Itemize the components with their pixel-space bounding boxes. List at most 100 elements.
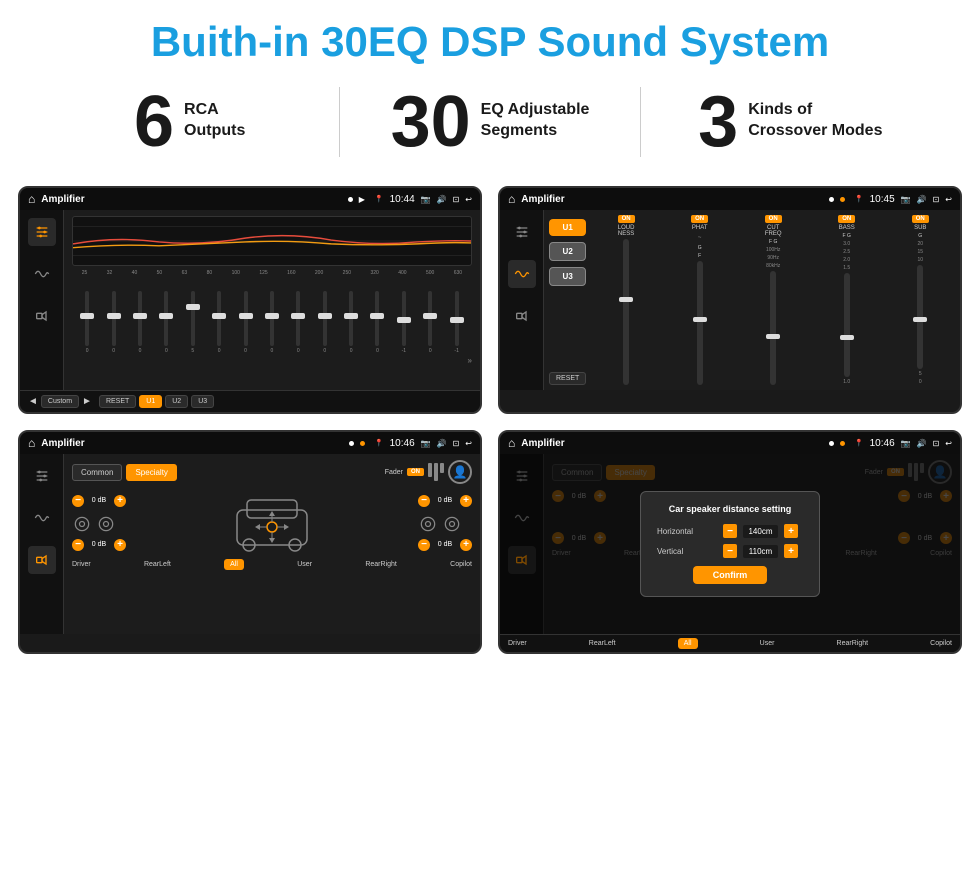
minus-btn-bl[interactable]: − [72, 539, 84, 551]
plus-btn-tl[interactable]: + [114, 495, 126, 507]
back-icon[interactable]: ↩ [465, 195, 472, 204]
reset-button[interactable]: RESET [99, 395, 136, 408]
slider-80[interactable]: 0 [210, 291, 228, 354]
slider-200[interactable]: 0 [316, 291, 334, 354]
back-icon-3[interactable]: ↩ [465, 439, 472, 448]
slider-25[interactable]: 0 [78, 291, 96, 354]
minus-btn-br[interactable]: − [418, 539, 430, 551]
vertical-label: Vertical [657, 547, 717, 556]
slider-630[interactable]: -1 [448, 291, 466, 354]
u1-button[interactable]: U1 [139, 395, 162, 408]
dist-all-btn[interactable]: All [678, 638, 698, 649]
person-icon: 👤 [448, 460, 472, 484]
amp-wave-icon[interactable] [508, 260, 536, 288]
slider-bass[interactable] [844, 273, 850, 377]
back-icon-2[interactable]: ↩ [945, 195, 952, 204]
cx-speaker-icon[interactable] [28, 546, 56, 574]
dist-driver-label: Driver [508, 640, 527, 647]
eq-speaker-icon[interactable] [28, 302, 56, 330]
amp-speaker-icon[interactable] [508, 302, 536, 330]
on-badge-loudness: ON [618, 215, 635, 223]
u2-button[interactable]: U2 [165, 395, 188, 408]
u1-btn[interactable]: U1 [549, 219, 586, 236]
eq-screen: ⌂ Amplifier ▶ 📍 10:44 📷 🔊 ⊡ ↩ [18, 186, 482, 414]
vertical-minus[interactable]: − [723, 544, 737, 558]
slider-125[interactable]: 0 [263, 291, 281, 354]
location-icon-4: 📍 [855, 439, 864, 447]
amp-filter-icon[interactable] [508, 218, 536, 246]
next-button[interactable]: ► [82, 396, 92, 407]
home-icon-3[interactable]: ⌂ [28, 436, 35, 450]
slider-500[interactable]: 0 [421, 291, 439, 354]
all-btn[interactable]: All [224, 559, 244, 570]
amp-sidebar [500, 210, 544, 390]
amp-u-buttons: U1 U2 U3 RESET [549, 215, 586, 385]
plus-btn-br[interactable]: + [460, 539, 472, 551]
slider-cutfreq[interactable] [770, 271, 776, 385]
db-control-br: − 0 dB + [418, 539, 472, 551]
tab-common[interactable]: Common [72, 464, 122, 481]
u3-btn[interactable]: U3 [549, 267, 586, 286]
tab-specialty[interactable]: Specialty [126, 464, 176, 481]
stat-number-eq: 30 [391, 86, 471, 158]
prev-button[interactable]: ◄ [28, 396, 38, 407]
horizontal-value: 140cm [743, 525, 778, 538]
eq-freq-labels: 2532 4050 6380 100125 160200 250320 4005… [72, 270, 472, 276]
slider-250[interactable]: 0 [342, 291, 360, 354]
u3-button[interactable]: U3 [191, 395, 214, 408]
plus-btn-bl[interactable]: + [114, 539, 126, 551]
slider-63[interactable]: 5 [184, 291, 202, 354]
camera-icon-4: 📷 [901, 439, 911, 448]
slider-160[interactable]: 0 [289, 291, 307, 354]
eq-wave-icon[interactable] [28, 260, 56, 288]
eq-sidebar [20, 210, 64, 390]
slider-400[interactable]: -1 [395, 291, 413, 354]
db-val-tl: 0 dB [87, 497, 111, 504]
window-icon-4: ⊡ [933, 439, 940, 448]
slider-phat[interactable] [697, 261, 703, 385]
stat-number-crossover: 3 [698, 86, 738, 158]
vertical-row: Vertical − 110cm + [657, 544, 803, 558]
slider-40[interactable]: 0 [131, 291, 149, 354]
home-icon[interactable]: ⌂ [28, 192, 35, 206]
slider-sub[interactable] [917, 265, 923, 369]
minus-btn-tr[interactable]: − [418, 495, 430, 507]
volume-icon: 🔊 [437, 195, 447, 204]
cx-tabs-row: Common Specialty Fader ON 👤 [72, 460, 472, 484]
minus-btn-tl[interactable]: − [72, 495, 84, 507]
confirm-button[interactable]: Confirm [693, 566, 768, 584]
cx-bottom-bar: Driver RearLeft All User RearRight Copil… [72, 559, 472, 570]
label-cutfreq: CUTFREQ [765, 225, 782, 237]
u2-btn[interactable]: U2 [549, 242, 586, 261]
slider-100[interactable]: 0 [237, 291, 255, 354]
channel-sub: ON SUB G 20 15 10 5 0 [885, 215, 955, 385]
db-val-br: 0 dB [433, 541, 457, 548]
amp-time: 10:45 [870, 194, 895, 205]
status-dot-4 [829, 441, 834, 446]
back-icon-4[interactable]: ↩ [945, 439, 952, 448]
dist-screen-title: Amplifier [521, 438, 823, 449]
fader-on: ON [407, 468, 424, 476]
preset-button[interactable]: Custom [41, 395, 79, 408]
horizontal-minus[interactable]: − [723, 524, 737, 538]
slider-50[interactable]: 0 [157, 291, 175, 354]
plus-btn-tr[interactable]: + [460, 495, 472, 507]
home-icon-4[interactable]: ⌂ [508, 436, 515, 450]
car-diagram [134, 490, 410, 555]
vertical-value: 110cm [743, 545, 778, 558]
on-badge-phat: ON [691, 215, 708, 223]
window-icon-3: ⊡ [453, 439, 460, 448]
amp-reset-btn[interactable]: RESET [549, 372, 586, 385]
horizontal-plus[interactable]: + [784, 524, 798, 538]
channel-phat: ON PHAT ~ G F [665, 215, 735, 385]
cx-filter-icon[interactable] [28, 462, 56, 490]
eq-filter-icon[interactable] [28, 218, 56, 246]
slider-320[interactable]: 0 [368, 291, 386, 354]
vertical-plus[interactable]: + [784, 544, 798, 558]
slider-loudness[interactable] [623, 239, 629, 385]
home-icon-2[interactable]: ⌂ [508, 192, 515, 206]
dialog-title: Car speaker distance setting [657, 504, 803, 514]
eq-screen-title: Amplifier [41, 194, 342, 205]
cx-wave-icon[interactable] [28, 504, 56, 532]
slider-32[interactable]: 0 [105, 291, 123, 354]
